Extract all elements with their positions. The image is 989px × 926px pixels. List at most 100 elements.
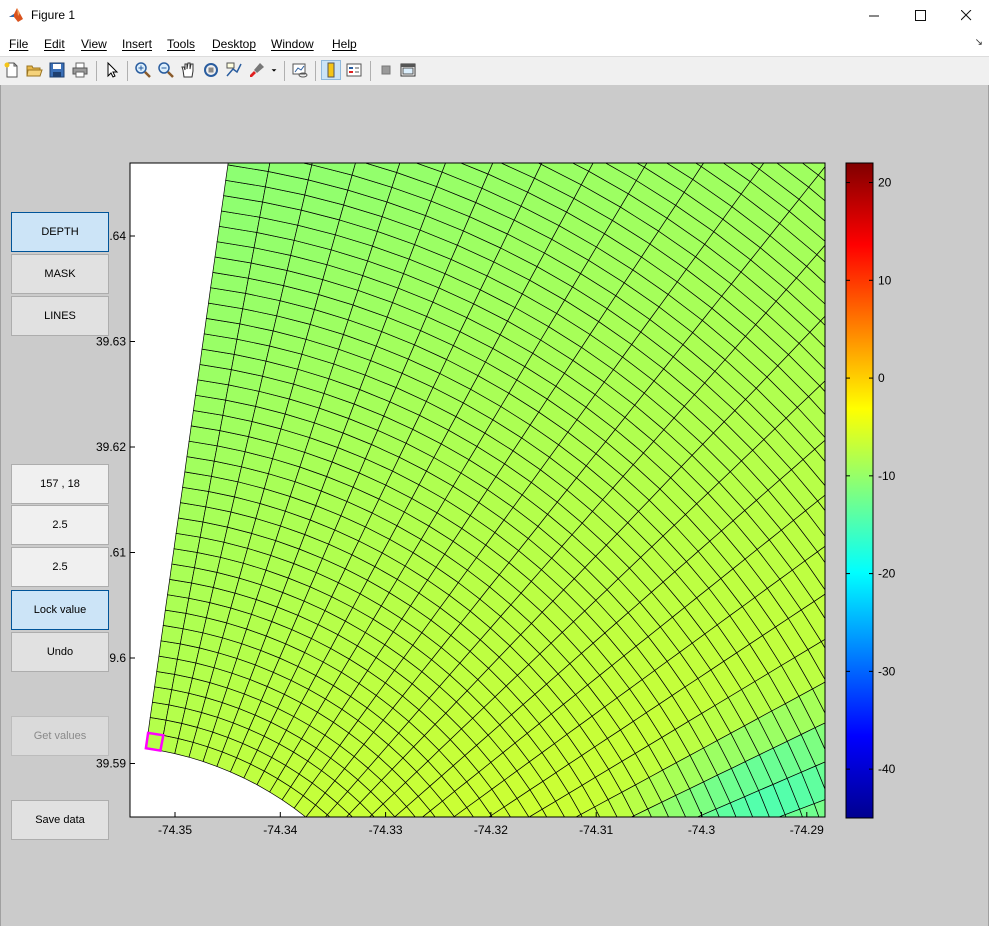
rotate-3d-icon[interactable]	[201, 60, 221, 80]
mesh-cell[interactable]	[506, 117, 554, 150]
mesh-cell[interactable]	[871, 694, 901, 735]
depth-mesh[interactable]	[144, 88, 921, 891]
mesh-cell[interactable]	[440, 841, 463, 865]
mesh-cell[interactable]	[232, 119, 277, 141]
close-button[interactable]	[943, 0, 989, 31]
mesh-cell[interactable]	[453, 833, 476, 857]
mesh-cell[interactable]	[756, 820, 781, 855]
mesh-cell[interactable]	[684, 88, 735, 128]
mesh-cell[interactable]	[489, 833, 513, 859]
mesh-cell[interactable]	[317, 814, 339, 837]
mesh-cell[interactable]	[752, 855, 776, 889]
mesh-cell[interactable]	[442, 816, 466, 842]
mesh-cell[interactable]	[876, 322, 920, 368]
colorbar[interactable]	[845, 162, 874, 819]
mesh-cell[interactable]	[338, 836, 360, 858]
mesh-cell[interactable]	[578, 836, 602, 864]
mesh-cell[interactable]	[274, 126, 319, 150]
mesh-cell[interactable]	[602, 852, 626, 881]
legend-toggle-icon[interactable]	[344, 60, 364, 80]
zoom-in-icon[interactable]	[133, 60, 153, 80]
mesh-cell[interactable]	[315, 135, 360, 161]
mesh-cell[interactable]	[826, 831, 851, 868]
mesh-cell[interactable]	[234, 104, 279, 126]
mesh-cell[interactable]	[698, 842, 722, 874]
mesh-cell[interactable]	[370, 850, 392, 872]
mesh-cell[interactable]	[885, 812, 911, 852]
mesh-cell[interactable]	[463, 849, 486, 873]
mesh-cell[interactable]	[796, 841, 821, 877]
mesh-cell[interactable]	[513, 844, 537, 870]
mesh-cell[interactable]	[464, 100, 513, 132]
menu-help[interactable]: Help	[332, 37, 357, 51]
depth-button[interactable]: DEPTH	[11, 212, 109, 252]
mesh-cell[interactable]	[568, 95, 618, 131]
mesh-cell[interactable]	[562, 109, 611, 144]
mesh-cell[interactable]	[564, 843, 588, 871]
mesh-cell[interactable]	[626, 89, 677, 127]
mesh-cell[interactable]	[727, 831, 752, 865]
new-file-icon[interactable]	[2, 60, 22, 80]
data-cursor-icon[interactable]	[224, 60, 244, 80]
mesh-cell[interactable]	[369, 101, 416, 129]
link-plot-icon[interactable]	[290, 60, 310, 80]
mesh-cell[interactable]	[880, 852, 904, 891]
save-icon[interactable]	[47, 60, 67, 80]
mesh-cell[interactable]	[280, 95, 326, 119]
mesh-cell[interactable]	[660, 127, 710, 167]
show-plot-tools-icon[interactable]	[398, 60, 418, 80]
mesh-cell[interactable]	[459, 114, 507, 145]
depth-map-plot[interactable]: -74.35 -74.34 -74.33 -74.32 -74.31 -74.3 -74.2…	[0, 85, 987, 926]
lock-value-button[interactable]: Lock value	[11, 590, 109, 630]
mesh-cell[interactable]	[486, 859, 509, 884]
mesh-cell[interactable]	[230, 134, 274, 156]
mesh-cell[interactable]	[727, 115, 778, 157]
open-folder-icon[interactable]	[24, 60, 44, 80]
mesh-cell[interactable]	[744, 89, 796, 132]
mesh-cell[interactable]	[713, 837, 737, 870]
menu-dock-arrow-icon[interactable]: ↘	[975, 37, 983, 48]
mesh-cell[interactable]	[392, 853, 414, 875]
zoom-out-icon[interactable]	[156, 60, 176, 80]
mesh-cell[interactable]	[616, 846, 640, 875]
mesh-cell[interactable]	[631, 840, 655, 870]
mesh-cell[interactable]	[875, 602, 909, 645]
mesh-cell[interactable]	[684, 848, 708, 880]
mesh-cell[interactable]	[742, 826, 767, 860]
mesh-cell[interactable]	[550, 850, 574, 877]
mesh-cell[interactable]	[319, 120, 365, 146]
menu-edit[interactable]: Edit	[44, 37, 65, 51]
menu-window[interactable]: Window	[271, 37, 314, 51]
mesh-cell[interactable]	[676, 101, 727, 141]
mesh-cell[interactable]	[855, 821, 880, 860]
mesh-cell[interactable]	[500, 131, 548, 165]
mesh-cell[interactable]	[873, 388, 915, 433]
menu-tools[interactable]: Tools	[167, 37, 195, 51]
mesh-cell[interactable]	[868, 185, 917, 232]
pan-hand-icon[interactable]	[178, 60, 198, 80]
mesh-cell[interactable]	[429, 826, 452, 850]
mesh-cell[interactable]	[513, 103, 562, 137]
mesh-cell[interactable]	[659, 828, 684, 859]
save-data-button[interactable]: Save data	[11, 800, 109, 840]
mesh-cell[interactable]	[603, 130, 652, 168]
value-field-2[interactable]: 2.5	[11, 547, 109, 587]
mesh-cell[interactable]	[555, 122, 604, 157]
mesh-cell[interactable]	[406, 821, 429, 845]
mesh-cell[interactable]	[416, 99, 464, 129]
mesh-cell[interactable]	[857, 115, 909, 162]
mesh-cell[interactable]	[149, 701, 170, 721]
hide-plot-tools-icon[interactable]	[376, 60, 396, 80]
mesh-cell[interactable]	[519, 89, 569, 123]
mesh-cell[interactable]	[867, 102, 919, 149]
mesh-cell[interactable]	[736, 102, 787, 144]
mesh-cell[interactable]	[811, 836, 836, 873]
mesh-cell[interactable]	[620, 815, 645, 846]
mesh-cell[interactable]	[360, 837, 382, 859]
mesh-cell[interactable]	[805, 94, 857, 139]
menu-view[interactable]: View	[81, 37, 107, 51]
maximize-button[interactable]	[897, 0, 943, 31]
menu-insert[interactable]: Insert	[122, 37, 152, 51]
mesh-cell[interactable]	[328, 825, 350, 847]
mesh-cell[interactable]	[872, 776, 899, 816]
